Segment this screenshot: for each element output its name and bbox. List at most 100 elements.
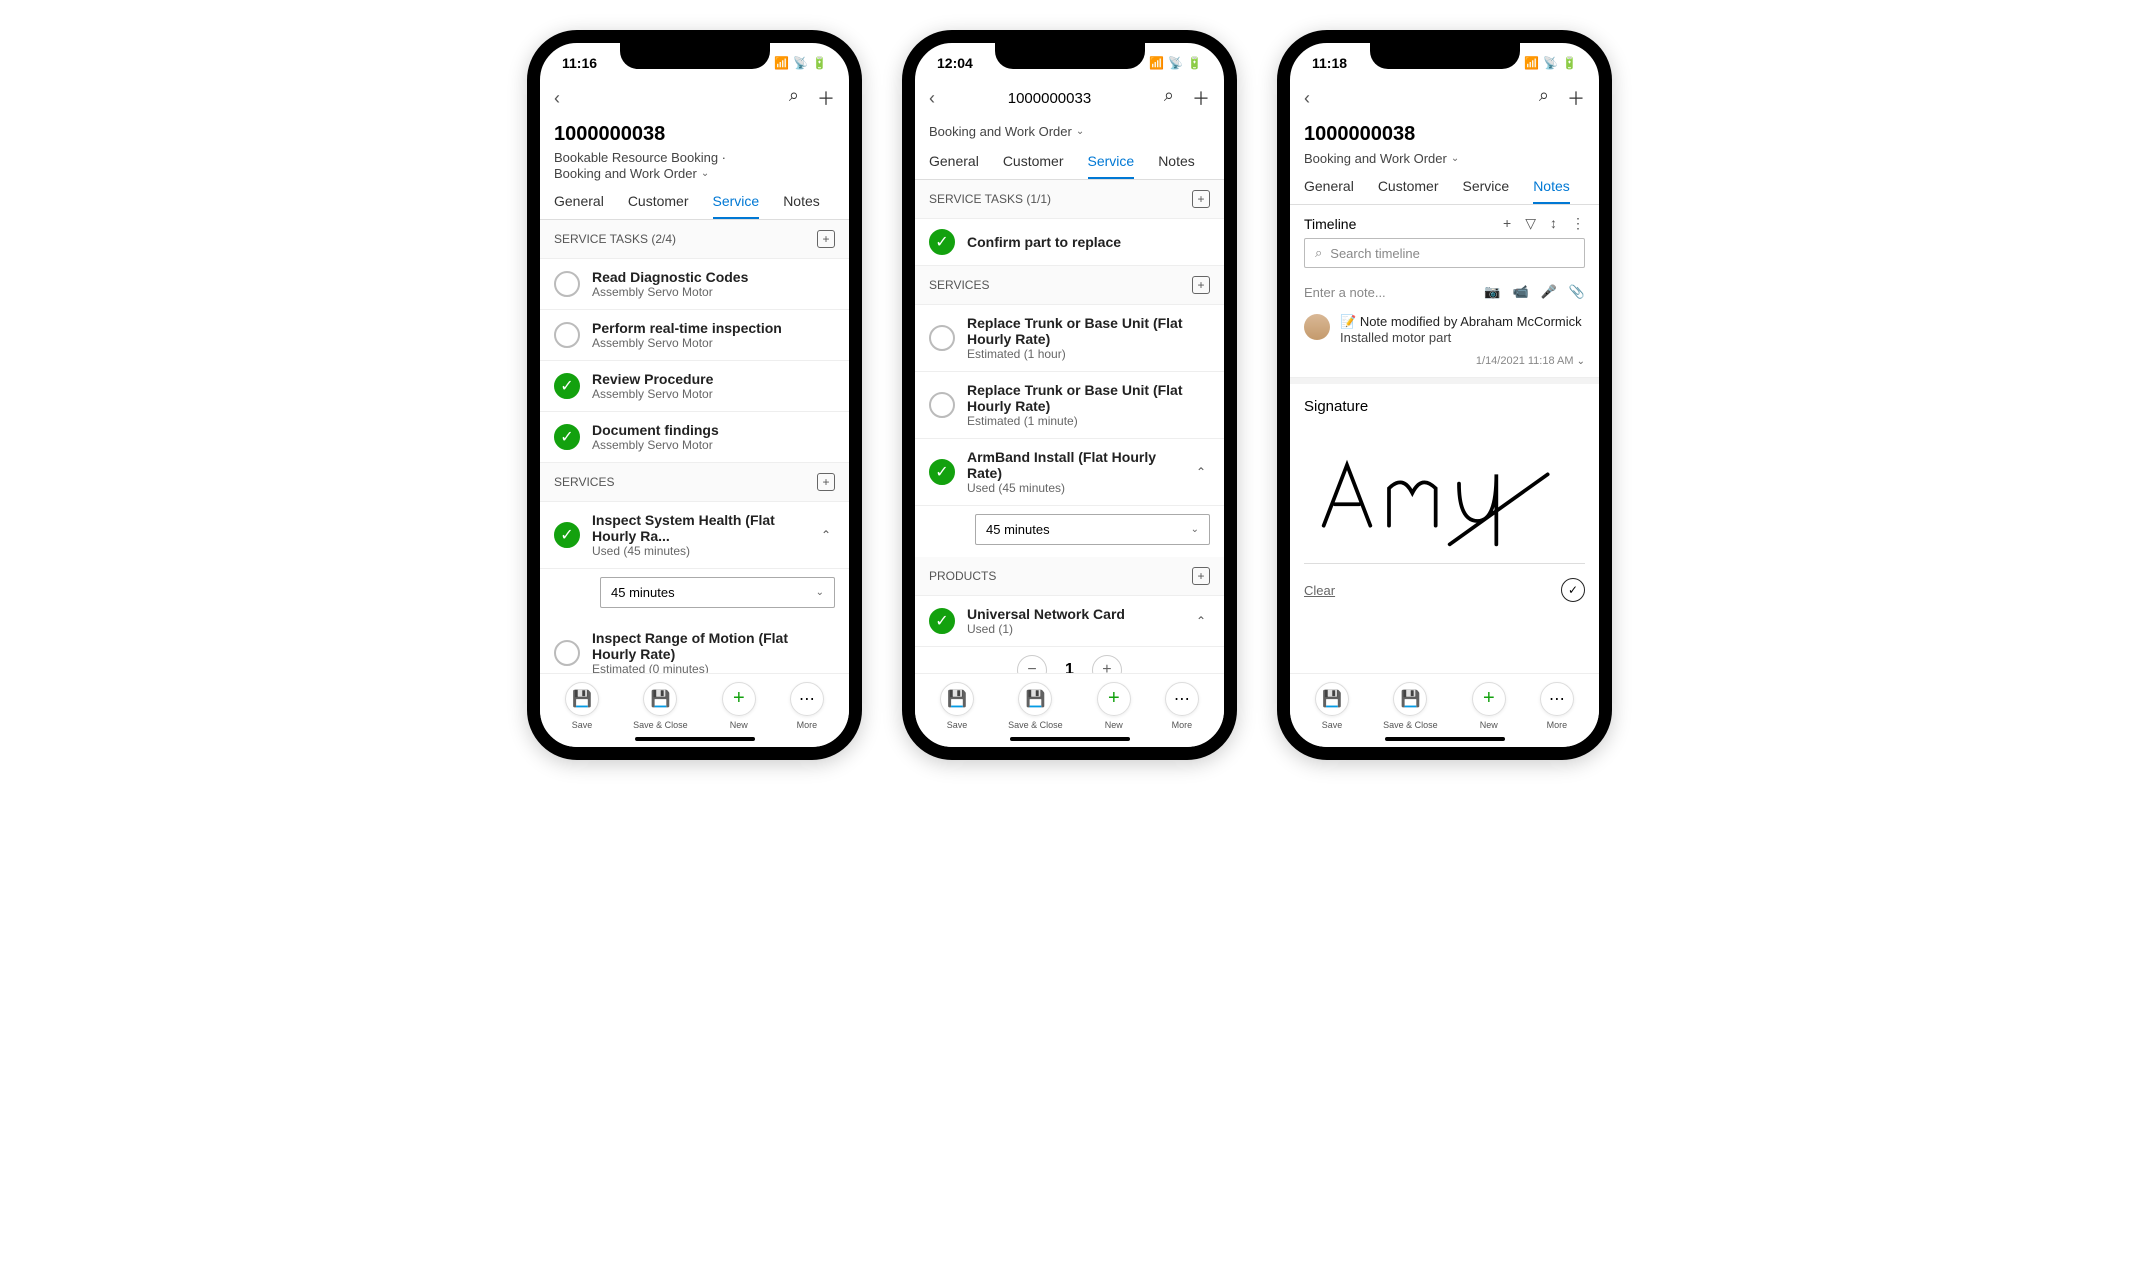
save-close-button[interactable]: 💾Save & Close: [1383, 682, 1438, 730]
back-icon[interactable]: ‹: [1304, 88, 1310, 109]
add-icon[interactable]: ＋: [1567, 85, 1585, 111]
task-row[interactable]: Perform real-time inspection Assembly Se…: [540, 310, 849, 361]
product-row[interactable]: ✓ Universal Network Card Used (1) ⌃: [915, 596, 1224, 647]
product-sub: Used (1): [967, 622, 1184, 636]
task-row[interactable]: ✓ Document findings Assembly Servo Motor: [540, 412, 849, 463]
chevron-down-icon: ⌄: [701, 168, 709, 179]
service-check[interactable]: [929, 325, 955, 351]
service-check[interactable]: [554, 640, 580, 666]
camera-icon[interactable]: 📷: [1484, 284, 1500, 300]
service-check-done[interactable]: ✓: [929, 459, 955, 485]
add-product-icon[interactable]: +: [1192, 567, 1210, 585]
tab-notes[interactable]: Notes: [1533, 178, 1570, 204]
search-icon[interactable]: ⌕: [789, 85, 799, 111]
tab-customer[interactable]: Customer: [1378, 178, 1439, 204]
filter-icon[interactable]: ▽: [1525, 215, 1536, 232]
form-selector[interactable]: Booking and Work Order ⌄: [554, 166, 709, 181]
video-icon[interactable]: 📹: [1512, 284, 1528, 300]
service-row[interactable]: ✓ ArmBand Install (Flat Hourly Rate) Use…: [915, 439, 1224, 506]
form-selector[interactable]: Booking and Work Order ⌄: [1304, 151, 1459, 166]
chevron-up-icon[interactable]: ⌃: [1196, 614, 1210, 628]
duration-dropdown[interactable]: 45 minutes ⌄: [975, 514, 1210, 545]
attach-icon[interactable]: 📎: [1569, 284, 1585, 300]
confirm-signature-button[interactable]: ✓: [1561, 578, 1585, 602]
save-button[interactable]: 💾 Save: [565, 682, 599, 730]
task-check-done[interactable]: ✓: [929, 229, 955, 255]
home-indicator: [635, 737, 755, 741]
add-task-icon[interactable]: +: [817, 230, 835, 248]
save-button[interactable]: 💾Save: [940, 682, 974, 730]
tab-general[interactable]: General: [554, 193, 604, 219]
more-button[interactable]: ⋯More: [1540, 682, 1574, 730]
tab-customer[interactable]: Customer: [628, 193, 689, 219]
top-nav: ‹ 1000000033 ⌕ ＋: [915, 79, 1224, 117]
save-button[interactable]: 💾Save: [1315, 682, 1349, 730]
tab-general[interactable]: General: [929, 153, 979, 179]
plus-icon: +: [1097, 682, 1131, 716]
search-icon[interactable]: ⌕: [1164, 85, 1174, 111]
task-check[interactable]: [554, 322, 580, 348]
more-icon[interactable]: ⋮: [1571, 215, 1585, 232]
service-check[interactable]: [929, 392, 955, 418]
tab-service[interactable]: Service: [713, 193, 760, 219]
new-button[interactable]: +New: [1472, 682, 1506, 730]
more-button[interactable]: ⋯More: [1165, 682, 1199, 730]
service-row[interactable]: ✓ Inspect System Health (Flat Hourly Ra.…: [540, 502, 849, 569]
task-row[interactable]: ✓ Confirm part to replace: [915, 219, 1224, 266]
task-row[interactable]: Read Diagnostic Codes Assembly Servo Mot…: [540, 259, 849, 310]
tab-general[interactable]: General: [1304, 178, 1354, 204]
service-row[interactable]: Replace Trunk or Base Unit (Flat Hourly …: [915, 305, 1224, 372]
page-title: 1000000038: [1304, 123, 1585, 146]
status-time: 12:04: [937, 55, 973, 71]
clear-button[interactable]: Clear: [1304, 583, 1335, 598]
minus-button[interactable]: −: [1017, 655, 1047, 673]
chevron-down-icon: ⌄: [816, 587, 824, 598]
note-item[interactable]: 📝 Note modified by Abraham McCormick Ins…: [1290, 306, 1599, 353]
product-check-done[interactable]: ✓: [929, 608, 955, 634]
product-title: Universal Network Card: [967, 606, 1184, 622]
task-check[interactable]: [554, 271, 580, 297]
plus-button[interactable]: +: [1092, 655, 1122, 673]
save-close-button[interactable]: 💾 Save & Close: [633, 682, 688, 730]
sort-icon[interactable]: ↕: [1550, 215, 1557, 232]
search-timeline-input[interactable]: ⌕ Search timeline: [1304, 238, 1585, 268]
back-icon[interactable]: ‹: [554, 88, 560, 109]
save-close-button[interactable]: 💾Save & Close: [1008, 682, 1063, 730]
tab-customer[interactable]: Customer: [1003, 153, 1064, 179]
service-check-done[interactable]: ✓: [554, 522, 580, 548]
new-label: New: [1105, 720, 1123, 730]
service-row[interactable]: Replace Trunk or Base Unit (Flat Hourly …: [915, 372, 1224, 439]
task-check-done[interactable]: ✓: [554, 373, 580, 399]
add-service-icon[interactable]: +: [817, 473, 835, 491]
add-task-icon[interactable]: +: [1192, 190, 1210, 208]
new-label: New: [1480, 720, 1498, 730]
section-label: SERVICES: [929, 278, 989, 292]
save-close-icon: 💾: [1018, 682, 1052, 716]
add-service-icon[interactable]: +: [1192, 276, 1210, 294]
top-nav: ‹ ⌕ ＋: [1290, 79, 1599, 117]
task-row[interactable]: ✓ Review Procedure Assembly Servo Motor: [540, 361, 849, 412]
top-nav: ‹ ⌕ ＋: [540, 79, 849, 117]
tab-service[interactable]: Service: [1088, 153, 1135, 179]
add-icon[interactable]: ＋: [817, 85, 835, 111]
tab-notes[interactable]: Notes: [1158, 153, 1195, 179]
enter-note-row[interactable]: Enter a note... 📷 📹 🎤 📎: [1290, 278, 1599, 306]
chevron-down-icon[interactable]: ⌄: [1577, 356, 1585, 367]
signature-canvas[interactable]: [1304, 423, 1585, 563]
add-icon[interactable]: +: [1503, 215, 1511, 232]
new-button[interactable]: + New: [1097, 682, 1131, 730]
task-check-done[interactable]: ✓: [554, 424, 580, 450]
tab-service[interactable]: Service: [1463, 178, 1510, 204]
chevron-up-icon[interactable]: ⌃: [821, 528, 835, 542]
tab-notes[interactable]: Notes: [783, 193, 820, 219]
search-icon[interactable]: ⌕: [1539, 85, 1549, 111]
new-button[interactable]: + New: [722, 682, 756, 730]
form-selector[interactable]: Booking and Work Order ⌄: [929, 124, 1084, 139]
mic-icon[interactable]: 🎤: [1541, 284, 1557, 300]
duration-dropdown[interactable]: 45 minutes ⌄: [600, 577, 835, 608]
add-icon[interactable]: ＋: [1192, 85, 1210, 111]
more-button[interactable]: ⋯ More: [790, 682, 824, 730]
chevron-down-icon: ⌄: [1191, 524, 1199, 535]
chevron-up-icon[interactable]: ⌃: [1196, 465, 1210, 479]
service-row[interactable]: Inspect Range of Motion (Flat Hourly Rat…: [540, 620, 849, 673]
